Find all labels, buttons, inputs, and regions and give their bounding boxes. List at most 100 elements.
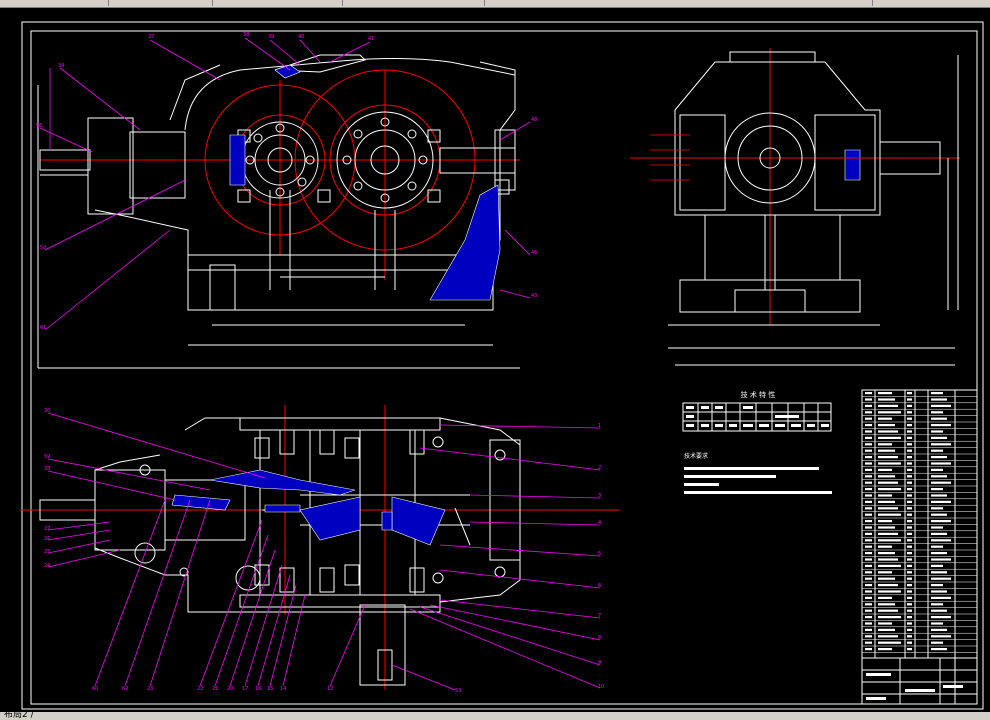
parts-cell-text (931, 641, 943, 644)
parts-cell-text (865, 622, 872, 625)
parts-cell-text (865, 411, 872, 414)
parts-cell-text (865, 436, 872, 439)
parts-cell-text (931, 571, 947, 574)
parts-cell-text (931, 475, 947, 478)
svg-text:39: 39 (268, 34, 274, 40)
parts-cell-text (907, 462, 912, 465)
parts-cell-text (907, 641, 912, 644)
svg-text:34: 34 (58, 63, 64, 69)
parts-cell-text (931, 424, 951, 427)
parts-cell-text (878, 603, 895, 606)
parts-cell-text (907, 398, 912, 401)
svg-text:41: 41 (368, 36, 374, 42)
parts-cell-text (878, 449, 895, 452)
status-bar: 布局2 / (0, 710, 990, 720)
svg-text:30: 30 (44, 408, 50, 414)
svg-text:1: 1 (598, 423, 601, 429)
parts-cell-text (865, 532, 872, 535)
parts-cell-text (878, 635, 898, 638)
svg-text:43: 43 (531, 293, 537, 299)
svg-text:9: 9 (598, 660, 601, 666)
parts-cell-text (931, 404, 951, 407)
parts-cell-text (931, 392, 943, 395)
parts-cell-text (865, 596, 872, 599)
parts-cell-text (865, 558, 872, 561)
svg-text:59: 59 (44, 454, 50, 460)
parts-cell-text (907, 532, 912, 535)
parts-cell-text (931, 526, 943, 529)
parts-cell-text (907, 449, 912, 452)
parts-cell-text (907, 552, 912, 555)
parts-cell-text (907, 392, 912, 395)
parts-cell-text (931, 411, 943, 414)
svg-text:8: 8 (598, 635, 601, 641)
parts-cell-text (878, 436, 901, 439)
svg-text:25: 25 (44, 549, 50, 555)
svg-text:27: 27 (148, 34, 154, 40)
svg-text:53: 53 (455, 688, 461, 694)
parts-cell-text (931, 552, 947, 555)
svg-text:4: 4 (598, 520, 601, 526)
parts-cell-text (931, 648, 947, 651)
parts-cell-text (878, 571, 892, 574)
svg-text:16: 16 (255, 686, 261, 692)
parts-cell-text (907, 424, 912, 427)
parts-cell-text (931, 539, 951, 542)
svg-text:33: 33 (44, 466, 50, 472)
parts-cell-text (878, 609, 898, 612)
parts-cell-text (865, 500, 872, 503)
svg-text:24: 24 (44, 563, 50, 569)
parts-cell-text (865, 481, 872, 484)
svg-text:62: 62 (122, 686, 128, 692)
parts-cell-text (865, 628, 872, 631)
parts-cell-text (931, 443, 951, 446)
svg-text:26: 26 (44, 536, 50, 542)
parts-cell-text (865, 590, 872, 593)
svg-text:38: 38 (243, 32, 249, 38)
svg-text:21: 21 (212, 686, 218, 692)
parts-cell-text (878, 392, 892, 395)
parts-cell-text (907, 584, 912, 587)
parts-cell-text (907, 590, 912, 593)
svg-text:6: 6 (598, 583, 601, 589)
parts-cell-text (907, 520, 912, 523)
toolbar-button[interactable] (860, 0, 873, 6)
svg-text:10: 10 (598, 684, 604, 690)
parts-cell-text (878, 513, 901, 516)
svg-text:12: 12 (327, 686, 333, 692)
parts-cell-text (865, 526, 872, 529)
parts-cell-text (878, 468, 892, 471)
parts-cell-text (931, 398, 947, 401)
parts-cell-text (931, 500, 951, 503)
tech-table-title: 技 术 特 性 (741, 390, 776, 399)
toolbar-button[interactable] (330, 0, 343, 6)
parts-cell-text (931, 584, 943, 587)
parts-cell-text (931, 635, 951, 638)
parts-cell-text (931, 558, 951, 561)
parts-cell-text (907, 564, 912, 567)
parts-cell-text (878, 552, 895, 555)
parts-cell-text (907, 577, 912, 580)
parts-cell-text (865, 648, 872, 651)
parts-cell-text (907, 443, 912, 446)
parts-cell-text (865, 449, 872, 452)
parts-cell-text (931, 628, 947, 631)
layout-tab[interactable]: 布局2 / (4, 710, 34, 720)
parts-cell-text (865, 424, 872, 427)
parts-cell-text (878, 577, 895, 580)
parts-cell-text (878, 475, 895, 478)
toolbar-button[interactable] (96, 0, 109, 6)
toolbar-button[interactable] (200, 0, 213, 6)
parts-cell-text (865, 417, 872, 420)
svg-text:48: 48 (531, 117, 537, 123)
parts-cell-text (865, 404, 872, 407)
toolbar-button[interactable] (470, 0, 485, 6)
parts-cell-text (907, 596, 912, 599)
svg-text:27: 27 (44, 526, 50, 532)
parts-cell-text (865, 616, 872, 619)
drawing-canvas[interactable]: 3427 38 39 40 41 565061 484643 305933 27… (0, 8, 990, 712)
parts-cell-text (878, 584, 898, 587)
parts-cell-text (878, 596, 892, 599)
parts-cell-text (878, 526, 895, 529)
parts-cell-text (931, 577, 951, 580)
